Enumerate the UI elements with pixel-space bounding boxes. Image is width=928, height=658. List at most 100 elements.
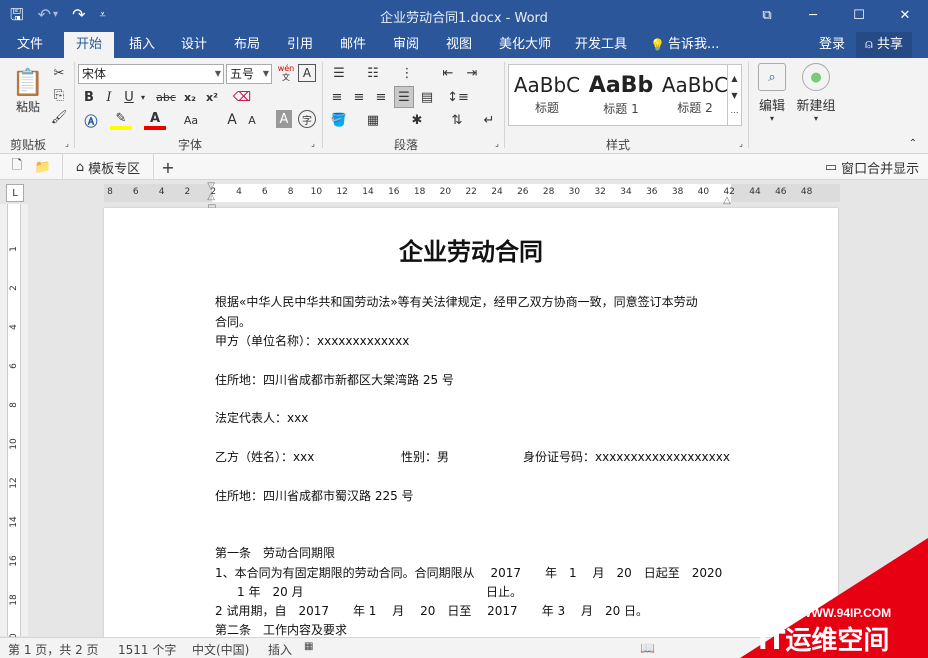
tell-me-box[interactable]: 💡 告诉我... — [650, 32, 720, 58]
word-count[interactable]: 1511 个字 — [118, 641, 176, 658]
shading-icon[interactable]: 🪣 — [328, 110, 350, 130]
decrease-indent-icon[interactable]: ⇤ — [438, 64, 458, 82]
chevron-down-icon[interactable]: ▼ — [731, 91, 737, 100]
tab-review[interactable]: 审阅 — [384, 32, 428, 58]
style-heading2[interactable]: AaBbC 标题 2 — [659, 65, 731, 125]
doc-line[interactable]: 第二条 工作内容及要求 — [215, 621, 347, 638]
text-effects-icon[interactable]: Ⓐ — [80, 110, 102, 130]
multilevel-list-icon[interactable]: ⋮ — [396, 64, 418, 82]
doc-line[interactable]: 合同。 — [215, 313, 251, 330]
ribbon-display-options-icon[interactable]: ⧉ — [744, 0, 790, 30]
new-doc-icon[interactable]: 🗋 — [8, 158, 26, 176]
superscript-button[interactable]: x² — [202, 88, 222, 106]
doc-line[interactable]: 日止。 — [486, 583, 522, 600]
more-icon[interactable]: ⋯ — [731, 108, 739, 117]
char-shading-button[interactable]: A — [276, 110, 292, 128]
tab-file[interactable]: 文件 — [8, 32, 52, 58]
insert-mode[interactable]: 插入 — [268, 641, 292, 658]
maximize-icon[interactable]: ☐ — [836, 0, 882, 30]
show-marks-icon[interactable]: ↵ — [478, 110, 500, 130]
style-title[interactable]: AaBbC 标题 — [511, 65, 583, 125]
clear-format-icon[interactable]: ⌫ — [232, 88, 252, 106]
distributed-icon[interactable]: ▤ — [418, 88, 436, 106]
doc-line[interactable]: 根据«中华人民中华共和国劳动法»等有关法律规定，经甲乙双方协商一致，同意签订本劳… — [215, 293, 698, 310]
clipboard-launcher-icon[interactable]: ⌟ — [62, 138, 72, 148]
tab-insert[interactable]: 插入 — [120, 32, 164, 58]
new-group-button[interactable]: ● 新建组 ▾ — [794, 62, 838, 124]
login-link[interactable]: 登录 — [812, 32, 852, 58]
doc-line[interactable]: 甲方（单位名称）：xxxxxxxxxxxxx — [215, 332, 409, 349]
highlight-icon[interactable]: ✎ — [110, 110, 132, 130]
collapse-ribbon-icon[interactable]: ⌃ — [906, 136, 920, 150]
folder-icon[interactable]: 📁 — [34, 158, 52, 176]
grow-font-button[interactable]: A — [224, 110, 240, 130]
underline-dropdown-icon[interactable]: ▾ — [138, 88, 148, 106]
doc-line[interactable]: 1、本合同为有固定期限的劳动合同。合同期限从 2017 年 1 月 20 日起至… — [215, 564, 722, 581]
justify-icon[interactable]: ☰ — [394, 86, 414, 108]
doc-line[interactable]: 身份证号码：xxxxxxxxxxxxxxxxxxx — [523, 448, 730, 465]
subscript-button[interactable]: x₂ — [180, 88, 200, 106]
paste-button[interactable]: 📋 粘贴 — [8, 64, 48, 118]
bullets-icon[interactable]: ☰ — [328, 64, 350, 82]
tab-home[interactable]: 开始 — [64, 32, 114, 58]
template-zone-tab[interactable]: ⌂ 模板专区 — [62, 154, 154, 180]
styles-scroll[interactable]: ▲ ▼ ⋯ — [727, 65, 741, 125]
doc-line[interactable]: 住所地：四川省成都市新都区大棠湾路 25 号 — [215, 371, 454, 388]
styles-launcher-icon[interactable]: ⌟ — [736, 138, 746, 148]
font-size-select[interactable]: 五号 ▼ — [226, 64, 272, 84]
doc-line[interactable]: 住所地：四川省成都市蜀汉路 225 号 — [215, 487, 414, 504]
close-icon[interactable]: ✕ — [882, 0, 928, 30]
font-name-select[interactable]: 宋体 ▼ — [78, 64, 224, 84]
tab-references[interactable]: 引用 — [278, 32, 322, 58]
doc-line[interactable]: 1 年 20 月 — [237, 583, 304, 600]
tab-view[interactable]: 视图 — [437, 32, 481, 58]
vertical-ruler[interactable]: 12468101214161820 — [0, 204, 28, 645]
paragraph-launcher-icon[interactable]: ⌟ — [492, 138, 502, 148]
align-right-icon[interactable]: ≡ — [372, 88, 390, 106]
document-title[interactable]: 企业劳动合同 — [104, 232, 838, 267]
chevron-up-icon[interactable]: ▲ — [731, 74, 737, 83]
align-center-icon[interactable]: ≡ — [350, 88, 368, 106]
minimize-icon[interactable]: ─ — [790, 0, 836, 30]
tab-developer[interactable]: 开发工具 — [570, 32, 632, 58]
chinese-layout-icon[interactable]: ✱ — [406, 110, 428, 130]
char-border-button[interactable]: A — [298, 64, 316, 82]
doc-line[interactable]: 法定代表人：xxx — [215, 409, 308, 426]
shrink-font-button[interactable]: A — [244, 110, 260, 130]
merge-windows-button[interactable]: ▭ 窗口合并显示 — [824, 157, 920, 177]
line-spacing-icon[interactable]: ↕≡ — [446, 88, 470, 106]
copy-icon[interactable]: ⎘ — [50, 86, 68, 104]
borders-icon[interactable]: ▦ — [362, 110, 384, 130]
tab-design[interactable]: 设计 — [172, 32, 216, 58]
font-color-icon[interactable]: A — [144, 110, 166, 130]
read-mode-icon[interactable]: 📖 — [640, 641, 655, 655]
increase-indent-icon[interactable]: ⇥ — [462, 64, 482, 82]
phonetic-guide-button[interactable]: wén 文 — [276, 62, 296, 84]
font-launcher-icon[interactable]: ⌟ — [308, 138, 318, 148]
share-button[interactable]: ⍝ 共享 — [856, 32, 912, 58]
add-tab-button[interactable]: + — [158, 157, 178, 177]
numbering-icon[interactable]: ☷ — [362, 64, 384, 82]
page-count[interactable]: 第 1 页，共 2 页 — [8, 641, 99, 658]
format-painter-icon[interactable]: 🖌 — [50, 108, 68, 126]
macro-icon[interactable]: ▦ — [304, 641, 313, 652]
strikethrough-button[interactable]: abc — [152, 88, 180, 106]
style-heading1[interactable]: AaBb 标题 1 — [585, 65, 657, 125]
tab-selector[interactable]: L — [6, 184, 24, 202]
italic-button[interactable]: I — [100, 88, 118, 106]
language-indicator[interactable]: 中文(中国) — [192, 641, 249, 658]
cut-icon[interactable]: ✂ — [50, 64, 68, 82]
align-left-icon[interactable]: ≡ — [328, 88, 346, 106]
enclose-char-button[interactable]: 字 — [298, 110, 316, 128]
doc-line[interactable]: 第一条 劳动合同期限 — [215, 544, 335, 561]
doc-line[interactable]: 2 试用期，自 2017 年 1 月 20 日至 2017 年 3 月 20 日… — [215, 602, 648, 619]
doc-line[interactable]: 乙方（姓名）：xxx — [215, 448, 314, 465]
tab-mailings[interactable]: 邮件 — [331, 32, 375, 58]
sort-icon[interactable]: ⇅ — [446, 110, 468, 130]
tab-beautify[interactable]: 美化大师 — [494, 32, 556, 58]
bold-button[interactable]: B — [80, 88, 98, 106]
underline-button[interactable]: U — [120, 88, 138, 106]
tab-layout[interactable]: 布局 — [225, 32, 269, 58]
edit-button[interactable]: ⌕ 编辑 ▾ — [754, 62, 790, 124]
doc-line[interactable]: 性别：男 — [401, 448, 449, 465]
